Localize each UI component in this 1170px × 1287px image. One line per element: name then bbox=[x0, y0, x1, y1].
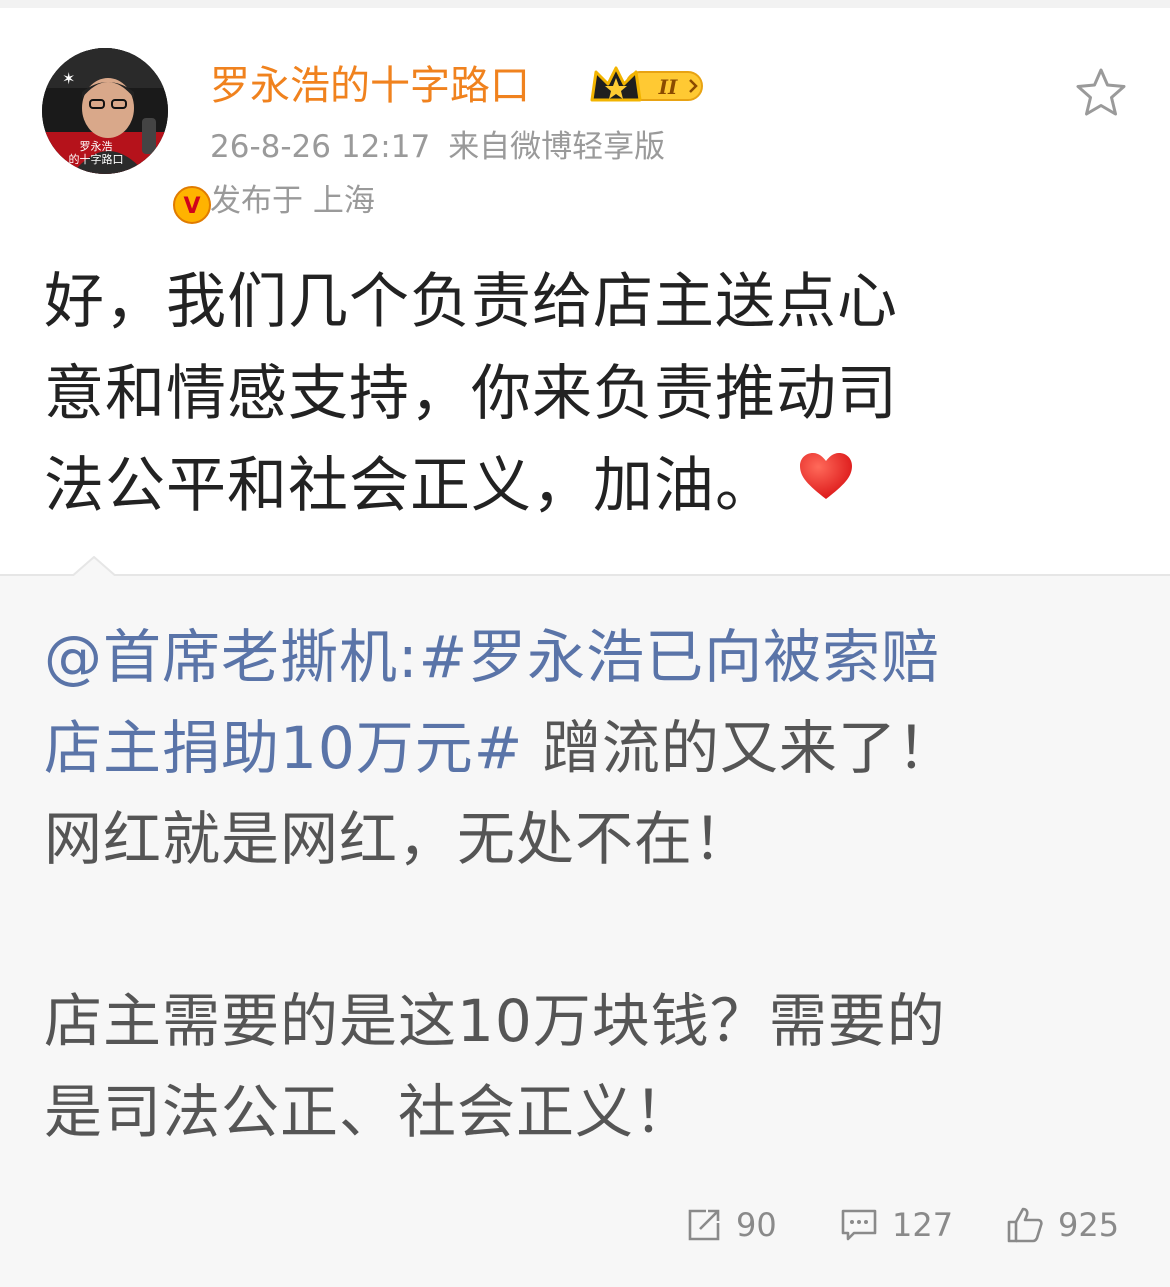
thumbs-up-icon bbox=[1007, 1207, 1043, 1243]
svg-text:V: V bbox=[183, 194, 200, 219]
username-link[interactable]: 罗永浩的十字路口 bbox=[210, 60, 530, 112]
repost-count: 90 bbox=[736, 1206, 777, 1244]
retweet-body: @首席老撕机:#罗永浩已向被索赔 店主捐助10万元# 蹭流的又来了！ 网红就是网… bbox=[44, 612, 1134, 1158]
comment-icon bbox=[841, 1209, 877, 1241]
retweet-actions: 90 127 925 bbox=[0, 1200, 1170, 1250]
post-meta: 26-8-26 12:17 来自微博轻享版 bbox=[210, 126, 665, 168]
post-line-last: 法公平和社会正义，加油。 bbox=[44, 440, 1104, 535]
favorite-button[interactable] bbox=[1074, 66, 1128, 120]
avatar-image: ✶ 罗永浩 的十字路口 bbox=[42, 48, 168, 174]
comment-button[interactable]: 127 bbox=[840, 1200, 953, 1250]
hashtag-link[interactable]: 店主捐助10万元# bbox=[44, 714, 523, 782]
hashtag-link[interactable]: #罗永浩已向被索赔 bbox=[419, 623, 941, 691]
post-location: 发布于 上海 bbox=[210, 183, 375, 219]
avatar[interactable]: ✶ 罗永浩 的十字路口 V bbox=[42, 48, 214, 227]
avatar-caption: 罗永浩 的十字路口 bbox=[68, 140, 124, 166]
top-divider bbox=[0, 0, 1170, 8]
like-button[interactable]: 925 bbox=[1006, 1200, 1119, 1250]
retweet-line: 是司法公正、社会正义！ bbox=[44, 1078, 694, 1146]
mention-link[interactable]: @首席老撕机 bbox=[44, 623, 398, 691]
verified-badge: V bbox=[170, 183, 214, 227]
retweet-line: 店主需要的是这10万块钱？需要的 bbox=[44, 987, 946, 1055]
retweet-line: 网红就是网红，无处不在！ bbox=[44, 805, 753, 873]
heart-emoji-icon bbox=[798, 435, 854, 527]
retweet-blank-line bbox=[44, 885, 1134, 976]
post-line: 意和情感支持，你来负责推动司 bbox=[44, 359, 898, 429]
post-line: 好，我们几个负责给店主送点心 bbox=[44, 267, 898, 337]
repost-button[interactable]: 90 bbox=[686, 1200, 777, 1250]
svg-text:✶: ✶ bbox=[62, 69, 75, 88]
post-source[interactable]: 来自微博轻享版 bbox=[448, 129, 665, 165]
svg-text:II: II bbox=[658, 75, 678, 99]
vip-crown-badge-icon[interactable]: II bbox=[590, 62, 708, 108]
post-body: 好，我们几个负责给店主送点心 意和情感支持，你来负责推动司 法公平和社会正义，加… bbox=[44, 256, 1104, 535]
retweet-line: @首席老撕机:#罗永浩已向被索赔 bbox=[44, 623, 941, 691]
repost-icon bbox=[688, 1209, 720, 1241]
comment-count: 127 bbox=[892, 1206, 954, 1244]
weibo-post-page: ✶ 罗永浩 的十字路口 V 罗永浩的十字路口 II 26-8-26 12:17 来… bbox=[0, 0, 1170, 1287]
retweet-card[interactable]: @首席老撕机:#罗永浩已向被索赔 店主捐助10万元# 蹭流的又来了！ 网红就是网… bbox=[0, 556, 1170, 1287]
post-timestamp: 26-8-26 12:17 bbox=[210, 129, 431, 165]
star-outline-icon bbox=[1076, 68, 1126, 116]
retweet-line: 店主捐助10万元# 蹭流的又来了！ bbox=[44, 714, 956, 782]
like-count: 925 bbox=[1058, 1206, 1120, 1244]
